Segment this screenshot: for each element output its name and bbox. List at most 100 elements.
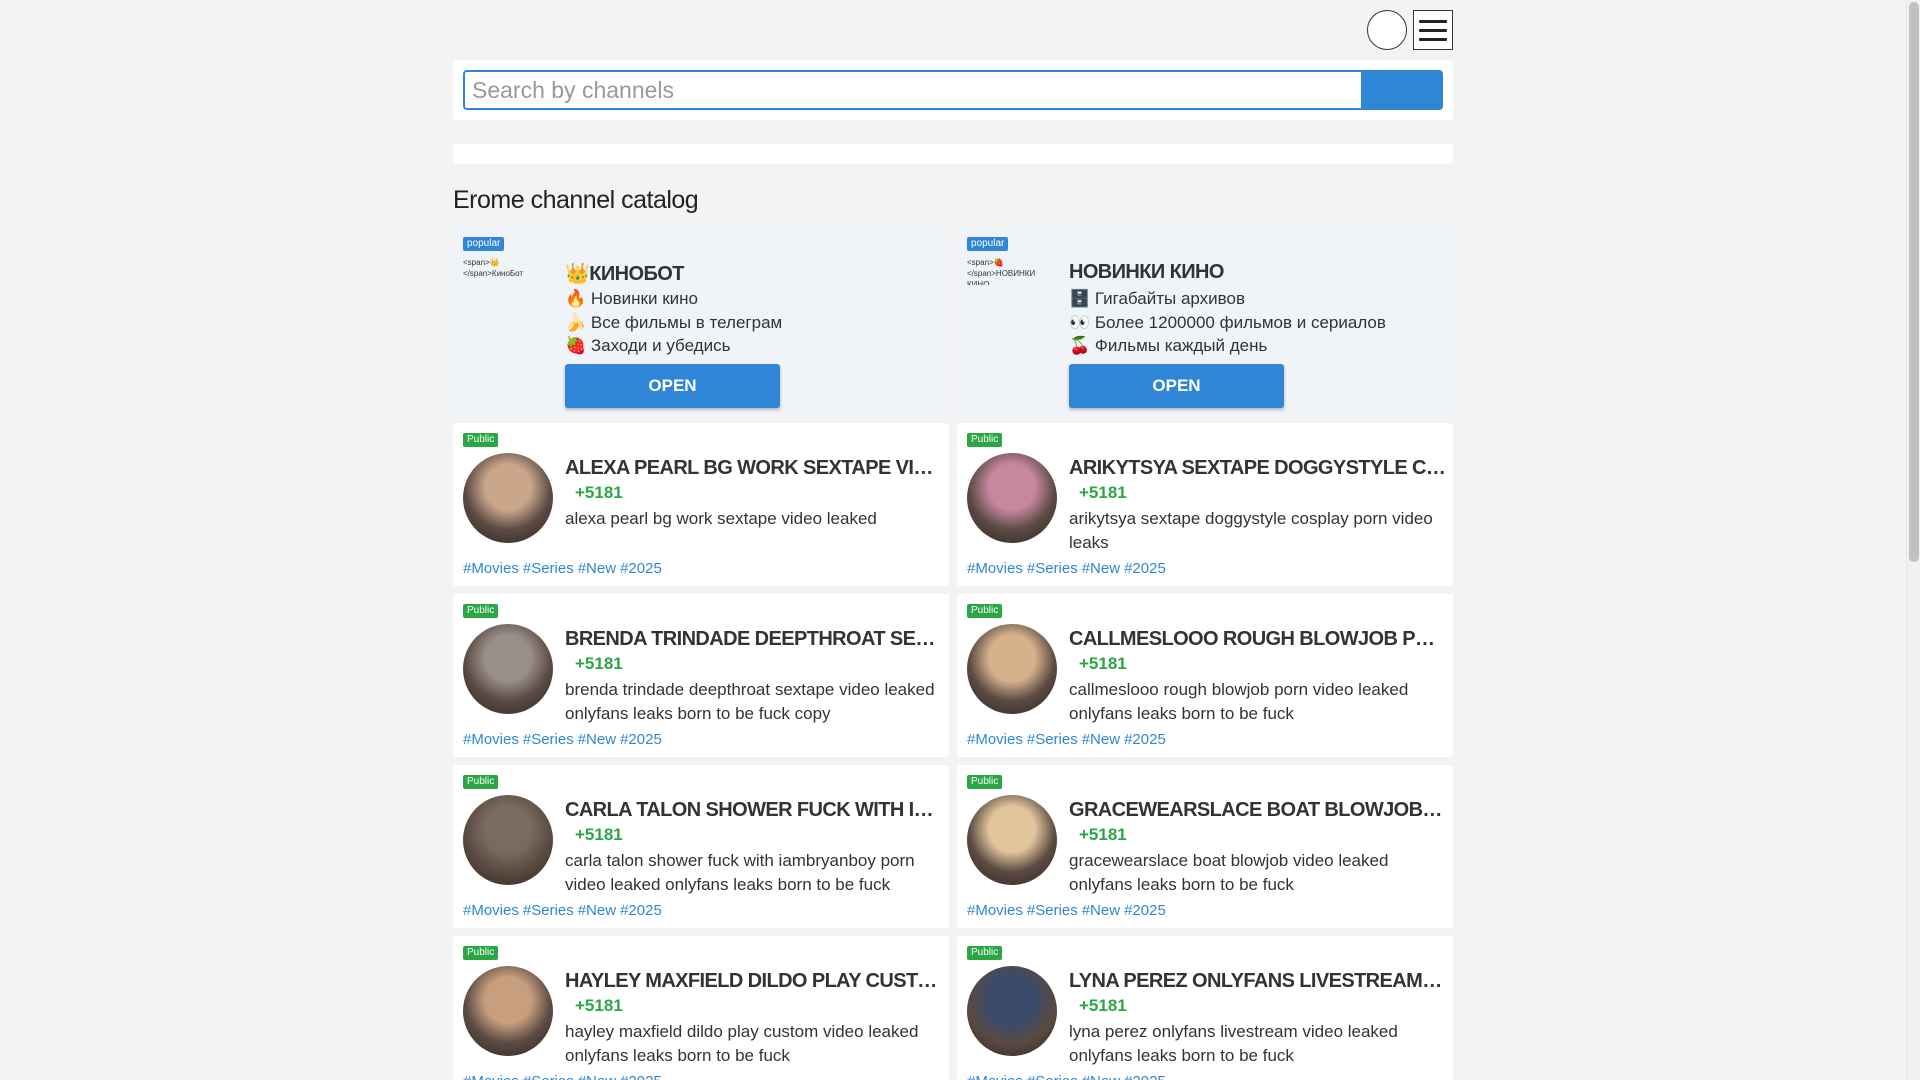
scrollbar-thumb[interactable]: [1909, 2, 1919, 562]
top-bar: [453, 10, 1453, 50]
tag-list: #Movies#Series#New#2025: [967, 731, 1170, 748]
tag-link[interactable]: #New: [1082, 731, 1120, 748]
channel-card[interactable]: Public GRACEWEARSLACE BOAT BLOWJOB VIDEO …: [957, 765, 1453, 928]
open-button[interactable]: OPEN: [565, 364, 780, 408]
channel-title[interactable]: ARIKYTSYA SEXTAPE DOGGYSTYLE COSPLAY POR…: [1069, 457, 1447, 480]
promo-line: 🗄️ Гигабайты архивов: [1069, 289, 1245, 308]
tag-link[interactable]: #2025: [1124, 902, 1166, 919]
tag-link[interactable]: #Movies: [463, 560, 519, 577]
search-button[interactable]: [1363, 70, 1443, 110]
open-button[interactable]: OPEN: [1069, 364, 1284, 408]
public-badge: Public: [463, 433, 499, 447]
tag-link[interactable]: #Movies: [967, 1073, 1023, 1080]
channel-card[interactable]: Public BRENDA TRINDADE DEEPTHROAT SEXTAPE…: [453, 594, 949, 757]
avatar[interactable]: [463, 795, 553, 885]
tag-link[interactable]: #2025: [620, 1073, 662, 1080]
avatar: <span>🍓</span>НОВИНКИ КИНО: [967, 258, 1036, 285]
tag-link[interactable]: #Series: [1027, 1073, 1078, 1080]
promo-description: 🗄️ Гигабайты архивов 👀 Более 1200000 филь…: [1069, 287, 1386, 358]
channel-title[interactable]: НОВИНКИ КИНО: [1069, 261, 1447, 284]
subscriber-count: +5181: [1079, 996, 1127, 1015]
tag-list: #Movies#Series#New#2025: [967, 560, 1170, 577]
tag-link[interactable]: #Series: [1027, 731, 1078, 748]
tag-link[interactable]: #New: [1082, 1073, 1120, 1080]
avatar[interactable]: [967, 795, 1057, 885]
hamburger-icon-line: [1419, 28, 1447, 32]
avatar[interactable]: [967, 624, 1057, 714]
channel-title[interactable]: CALLMESLOOO ROUGH BLOWJOB PORN VIDEO LEA…: [1069, 628, 1447, 651]
subscriber-count: +5181: [575, 996, 623, 1015]
subscriber-count: +5181: [575, 483, 623, 502]
public-badge: Public: [967, 946, 1003, 960]
avatar: <span>👑</span>КиноБот: [463, 258, 524, 278]
promo-line: 🍌 Все фильмы в телеграм: [565, 312, 783, 332]
tag-link[interactable]: #Series: [523, 560, 574, 577]
tag-link[interactable]: #2025: [1124, 731, 1166, 748]
channel-description: callmeslooo rough blowjob porn video lea…: [1069, 680, 1409, 723]
channel-card[interactable]: Public ALEXA PEARL BG WORK SEXTAPE VIDEO …: [453, 423, 949, 586]
tag-link[interactable]: #Movies: [463, 731, 519, 748]
channel-card[interactable]: Public CARLA TALON SHOWER FUCK WITH IAMBR…: [453, 765, 949, 928]
tag-link[interactable]: #New: [578, 560, 616, 577]
subscriber-count: +5181: [1079, 825, 1127, 844]
channel-card[interactable]: Public HAYLEY MAXFIELD DILDO PLAY CUSTOM …: [453, 936, 949, 1080]
hamburger-icon-line: [1419, 37, 1447, 41]
tag-list: #Movies #Series #New #2025: [967, 1073, 1170, 1080]
tag-link[interactable]: #New: [578, 1073, 616, 1080]
tag-list: #Movies#Series#New#2025: [463, 902, 666, 919]
promo-line: 🔥 Новинки кино: [565, 289, 698, 308]
avatar[interactable]: [463, 966, 553, 1056]
channel-title[interactable]: HAYLEY MAXFIELD DILDO PLAY CUSTOM VIDEO …: [565, 970, 943, 993]
channel-title[interactable]: BRENDA TRINDADE DEEPTHROAT SEXTAPE VIDEO…: [565, 628, 943, 651]
tag-list: #Movies#Series#New#2025: [463, 731, 666, 748]
tag-link[interactable]: #Movies: [463, 1073, 519, 1080]
promo-card[interactable]: popular <span>👑</span>КиноБот 👑КИНОБОТ 🔥 Но…: [453, 227, 949, 418]
channel-title[interactable]: 👑КИНОБОТ: [565, 261, 943, 286]
tag-link[interactable]: #New: [1082, 902, 1120, 919]
tag-link[interactable]: #Movies: [463, 902, 519, 919]
channel-card[interactable]: Public ARIKYTSYA SEXTAPE DOGGYSTYLE COSPL…: [957, 423, 1453, 586]
channel-card[interactable]: Public CALLMESLOOO ROUGH BLOWJOB PORN VID…: [957, 594, 1453, 757]
search-input[interactable]: [463, 70, 1363, 110]
channel-title[interactable]: LYNA PEREZ ONLYFANS LIVESTREAM VIDEO LEA…: [1069, 970, 1447, 993]
public-badge: Public: [463, 775, 499, 789]
channel-title[interactable]: CARLA TALON SHOWER FUCK WITH IAMBRYANBOY…: [565, 799, 943, 822]
subscriber-count: +5181: [575, 654, 623, 673]
channel-description: lyna perez onlyfans livestream video lea…: [1069, 1022, 1398, 1065]
tag-link[interactable]: #New: [1082, 560, 1120, 577]
public-badge: Public: [967, 433, 1003, 447]
menu-button[interactable]: [1413, 10, 1453, 50]
scrollbar[interactable]: [1906, 0, 1920, 1080]
tag-link[interactable]: #Movies: [967, 902, 1023, 919]
tag-link[interactable]: #2025: [1124, 1073, 1166, 1080]
tag-link[interactable]: #Movies: [967, 560, 1023, 577]
promo-line: 🍒 Фильмы каждый день: [1069, 336, 1268, 355]
tag-link[interactable]: #2025: [620, 731, 662, 748]
tag-link[interactable]: #New: [578, 731, 616, 748]
channel-title[interactable]: GRACEWEARSLACE BOAT BLOWJOB VIDEO LEAKED: [1069, 799, 1447, 822]
channel-description: arikytsya sextape doggystyle cosplay por…: [1069, 509, 1433, 552]
channel-title[interactable]: ALEXA PEARL BG WORK SEXTAPE VIDEO LEAKED: [565, 457, 943, 480]
promo-card[interactable]: popular <span>🍓</span>НОВИНКИ КИНО НОВИНКИ…: [957, 227, 1453, 418]
tag-link[interactable]: #Series: [1027, 560, 1078, 577]
avatar[interactable]: [967, 453, 1057, 543]
tag-link[interactable]: #2025: [620, 560, 662, 577]
avatar[interactable]: [967, 966, 1057, 1056]
tag-link[interactable]: #Series: [523, 1073, 574, 1080]
tag-link[interactable]: #Series: [1027, 902, 1078, 919]
popular-badge: popular: [967, 237, 1009, 251]
tag-link[interactable]: #Series: [523, 731, 574, 748]
avatar[interactable]: [463, 453, 553, 543]
tag-link[interactable]: #Movies: [967, 731, 1023, 748]
tag-link[interactable]: #2025: [620, 902, 662, 919]
page-title: Erome channel catalog: [453, 186, 699, 214]
tag-link[interactable]: #Series: [523, 902, 574, 919]
channel-card[interactable]: Public LYNA PEREZ ONLYFANS LIVESTREAM VID…: [957, 936, 1453, 1080]
tag-link[interactable]: #New: [578, 902, 616, 919]
tag-list: #Movies #Series #New #2025: [463, 1073, 666, 1080]
avatar[interactable]: [463, 624, 553, 714]
tag-link[interactable]: #2025: [1124, 560, 1166, 577]
hamburger-icon-line: [1419, 19, 1447, 23]
theme-toggle-button[interactable]: [1367, 10, 1407, 50]
channel-description: brenda trindade deepthroat sextape video…: [565, 680, 935, 723]
